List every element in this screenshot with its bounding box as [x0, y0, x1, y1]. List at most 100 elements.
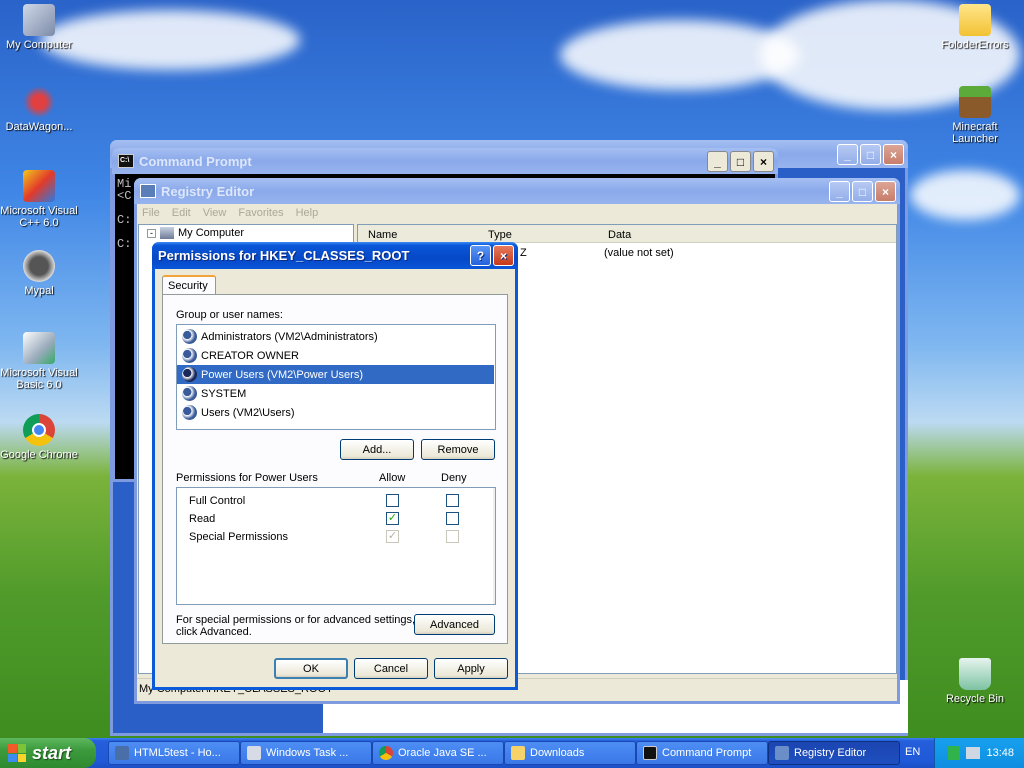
list-item[interactable]: CREATOR OWNER [177, 346, 495, 365]
task-manager-icon [247, 746, 261, 760]
permissions-list[interactable]: Full Control Read ✓ Special Permissions … [176, 487, 496, 605]
menu-view[interactable]: View [203, 207, 227, 219]
user-group-icon [182, 405, 197, 420]
menu-file[interactable]: File [142, 207, 160, 219]
task-registry-editor[interactable]: Registry Editor [768, 741, 900, 765]
close-button[interactable]: × [493, 245, 514, 266]
desktop-icon-datawagon[interactable]: DataWagon... [0, 86, 78, 133]
chrome-icon [379, 746, 393, 760]
list-item[interactable]: SYSTEM [177, 384, 495, 403]
scrollbar-track[interactable] [493, 488, 495, 604]
task-oracle-java[interactable]: Oracle Java SE ... [372, 741, 504, 765]
list-item[interactable]: Users (VM2\Users) [177, 403, 495, 422]
start-button[interactable]: start [0, 738, 96, 768]
menu-favorites[interactable]: Favorites [238, 207, 283, 219]
menu-help[interactable]: Help [296, 207, 319, 219]
help-button[interactable]: ? [470, 245, 491, 266]
permission-row-full-control: Full Control [189, 495, 246, 507]
registry-editor-icon [775, 746, 789, 760]
permission-row-read: Read [189, 513, 216, 525]
minimize-button[interactable]: _ [829, 181, 850, 202]
add-button[interactable]: Add... [340, 439, 414, 460]
cmd-icon [643, 746, 657, 760]
cmd-icon: C:\ [118, 154, 134, 168]
permission-row-special: Special Permissions [189, 531, 289, 543]
task-downloads[interactable]: Downloads [504, 741, 636, 765]
desktop-icon-visual-cpp[interactable]: Microsoft Visual C++ 6.0 [0, 170, 78, 229]
apply-button[interactable]: Apply [434, 658, 508, 679]
datawagon-icon [23, 86, 55, 118]
desktop-icon-minecraft[interactable]: Minecraft Launcher [936, 86, 1014, 145]
permissions-titlebar[interactable]: Permissions for HKEY_CLASSES_ROOT ? × [152, 242, 518, 269]
desktop-icon-foloder-errors[interactable]: FoloderErrors [936, 4, 1014, 51]
menu-edit[interactable]: Edit [172, 207, 191, 219]
language-indicator[interactable]: EN [905, 746, 920, 758]
maximize-button[interactable]: □ [852, 181, 873, 202]
close-button[interactable]: × [753, 151, 774, 172]
desktop-icon-google-chrome[interactable]: Google Chrome [0, 414, 78, 461]
folder-icon [959, 4, 991, 36]
system-tray: 13:48 [934, 738, 1024, 768]
cancel-button[interactable]: Cancel [354, 658, 428, 679]
column-data[interactable]: Data [608, 229, 631, 241]
permissions-title: Permissions for HKEY_CLASSES_ROOT [158, 248, 410, 263]
clock[interactable]: 13:48 [986, 747, 1014, 759]
visual-basic-icon [23, 332, 55, 364]
app-icon [115, 746, 129, 760]
command-prompt-titlebar[interactable]: C:\ Command Prompt _ □ × [112, 148, 778, 174]
registry-editor-icon [140, 184, 156, 198]
ok-button[interactable]: OK [274, 658, 348, 679]
column-name[interactable]: Name [368, 229, 397, 241]
my-computer-icon [160, 227, 174, 239]
list-header: Name Type Data [358, 225, 896, 243]
tray-icon-green[interactable] [948, 746, 961, 760]
task-windows-task-manager[interactable]: Windows Task ... [240, 741, 372, 765]
remove-button[interactable]: Remove [421, 439, 495, 460]
user-group-icon [182, 367, 197, 382]
group-names-list[interactable]: Administrators (VM2\Administrators) CREA… [176, 324, 496, 430]
visual-cpp-icon [23, 170, 55, 202]
task-html5test[interactable]: HTML5test - Ho... [108, 741, 240, 765]
desktop-icon-visual-basic[interactable]: Microsoft Visual Basic 6.0 [0, 332, 78, 391]
full-control-allow-checkbox[interactable] [386, 494, 399, 507]
minimize-button[interactable]: _ [837, 144, 858, 165]
folder-icon [511, 746, 525, 760]
group-names-label: Group or user names: [176, 309, 283, 321]
desktop-icon-mypal[interactable]: Mypal [0, 250, 78, 297]
user-group-icon [182, 386, 197, 401]
desktop-icon-my-computer[interactable]: My Computer [0, 4, 78, 51]
maximize-button[interactable]: □ [860, 144, 881, 165]
desktop-icon-recycle-bin[interactable]: Recycle Bin [936, 658, 1014, 705]
task-command-prompt[interactable]: Command Prompt [636, 741, 768, 765]
permissions-for-label: Permissions for Power Users [176, 472, 318, 484]
tab-security[interactable]: Security [162, 275, 216, 295]
column-type[interactable]: Type [488, 229, 512, 241]
special-deny-checkbox [446, 530, 459, 543]
registry-editor-title: Registry Editor [161, 183, 255, 199]
user-group-icon [182, 329, 197, 344]
tray-icon-network[interactable] [966, 747, 981, 759]
full-control-deny-checkbox[interactable] [446, 494, 459, 507]
permissions-dialog[interactable]: Permissions for HKEY_CLASSES_ROOT ? × Se… [152, 242, 518, 690]
minecraft-icon [959, 86, 991, 118]
read-deny-checkbox[interactable] [446, 512, 459, 525]
list-item[interactable]: Administrators (VM2\Administrators) [177, 327, 495, 346]
close-button[interactable]: × [875, 181, 896, 202]
read-allow-checkbox[interactable]: ✓ [386, 512, 399, 525]
taskbar: start HTML5test - Ho... Windows Task ...… [0, 738, 1024, 768]
windows-logo-icon [8, 744, 26, 762]
registry-editor-titlebar[interactable]: Registry Editor _ □ × [134, 178, 900, 204]
recycle-bin-icon [959, 658, 991, 690]
advanced-button[interactable]: Advanced [414, 614, 495, 635]
chrome-icon [23, 414, 55, 446]
my-computer-icon [23, 4, 55, 36]
tree-expand-icon[interactable]: - [147, 228, 156, 238]
deny-header: Deny [441, 472, 467, 484]
tree-item-my-computer[interactable]: - My Computer [147, 227, 244, 239]
special-allow-checkbox: ✓ [386, 530, 399, 543]
list-item-selected[interactable]: Power Users (VM2\Power Users) [177, 365, 494, 384]
maximize-button[interactable]: □ [730, 151, 751, 172]
registry-menu-bar: File Edit View Favorites Help [137, 204, 897, 222]
close-button[interactable]: × [883, 144, 904, 165]
minimize-button[interactable]: _ [707, 151, 728, 172]
